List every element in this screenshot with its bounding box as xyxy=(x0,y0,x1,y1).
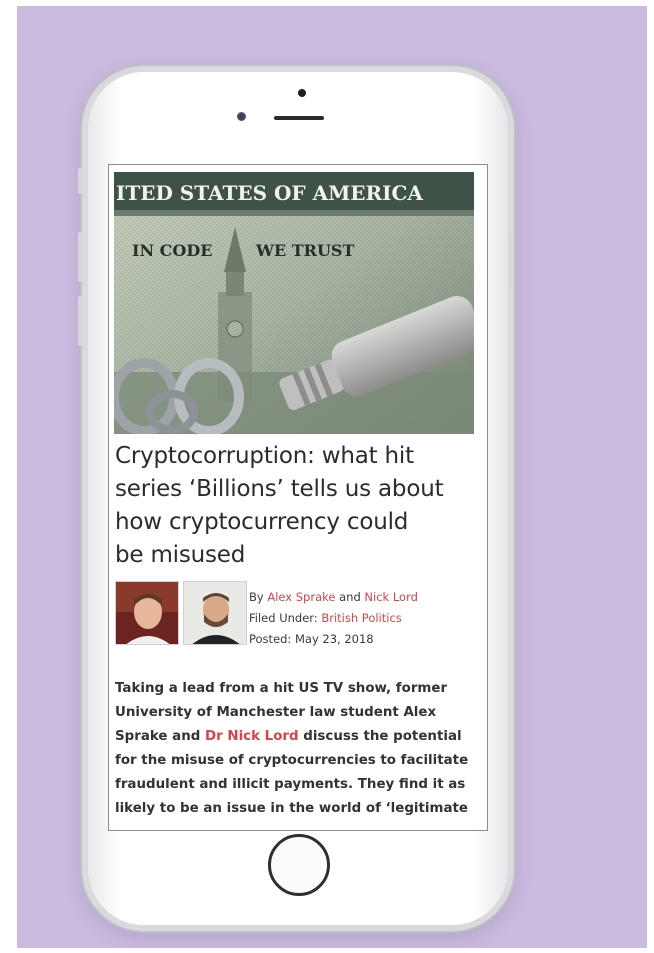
filed-under: Filed Under: British Politics xyxy=(249,608,484,629)
phone-screen: ITED STATES OF AMERICA IN CODE WE TRUST … xyxy=(108,164,488,831)
category-link[interactable]: British Politics xyxy=(321,611,401,625)
byline: By Alex Sprake and Nick Lord xyxy=(249,587,484,608)
article-title: Cryptocorruption: what hit series ‘Billi… xyxy=(115,440,481,572)
volume-down-button xyxy=(78,296,83,346)
posted-date-value: May 23, 2018 xyxy=(294,632,374,646)
posted-label: Posted: xyxy=(249,632,295,646)
hero-in-code-text: IN CODE xyxy=(132,241,212,260)
article-title-line: Cryptocorruption: what hit xyxy=(115,443,414,469)
author-avatar-alex-sprake[interactable] xyxy=(115,581,179,645)
mute-switch xyxy=(78,168,83,194)
hero-we-trust-text: WE TRUST xyxy=(255,241,354,260)
author-avatar-nick-lord[interactable] xyxy=(183,581,247,645)
volume-up-button xyxy=(78,232,83,282)
byline-prefix: By xyxy=(249,590,268,604)
posted-date: Posted: May 23, 2018 xyxy=(249,629,484,650)
intro-author-link[interactable]: Dr Nick Lord xyxy=(205,729,299,744)
filed-under-label: Filed Under: xyxy=(249,611,322,625)
article-title-line: how cryptocurrency could xyxy=(115,509,409,535)
earpiece-speaker xyxy=(274,116,324,120)
article-title-line: series ‘Billions’ tells us about xyxy=(115,476,444,502)
hero-banner-text: ITED STATES OF AMERICA xyxy=(116,181,423,205)
home-button[interactable] xyxy=(268,834,330,896)
author-link-alex-sprake[interactable]: Alex Sprake xyxy=(267,590,335,604)
article-intro: Taking a lead from a hit US TV show, for… xyxy=(115,677,483,821)
byline-and: and xyxy=(335,590,365,604)
article-meta: By Alex Sprake and Nick Lord Filed Under… xyxy=(249,587,484,650)
hero-image: ITED STATES OF AMERICA IN CODE WE TRUST xyxy=(114,172,474,434)
front-camera xyxy=(237,112,246,121)
proximity-sensor xyxy=(298,89,306,97)
power-button xyxy=(509,236,514,286)
article-title-line: be misused xyxy=(115,542,246,568)
author-link-nick-lord[interactable]: Nick Lord xyxy=(364,590,418,604)
